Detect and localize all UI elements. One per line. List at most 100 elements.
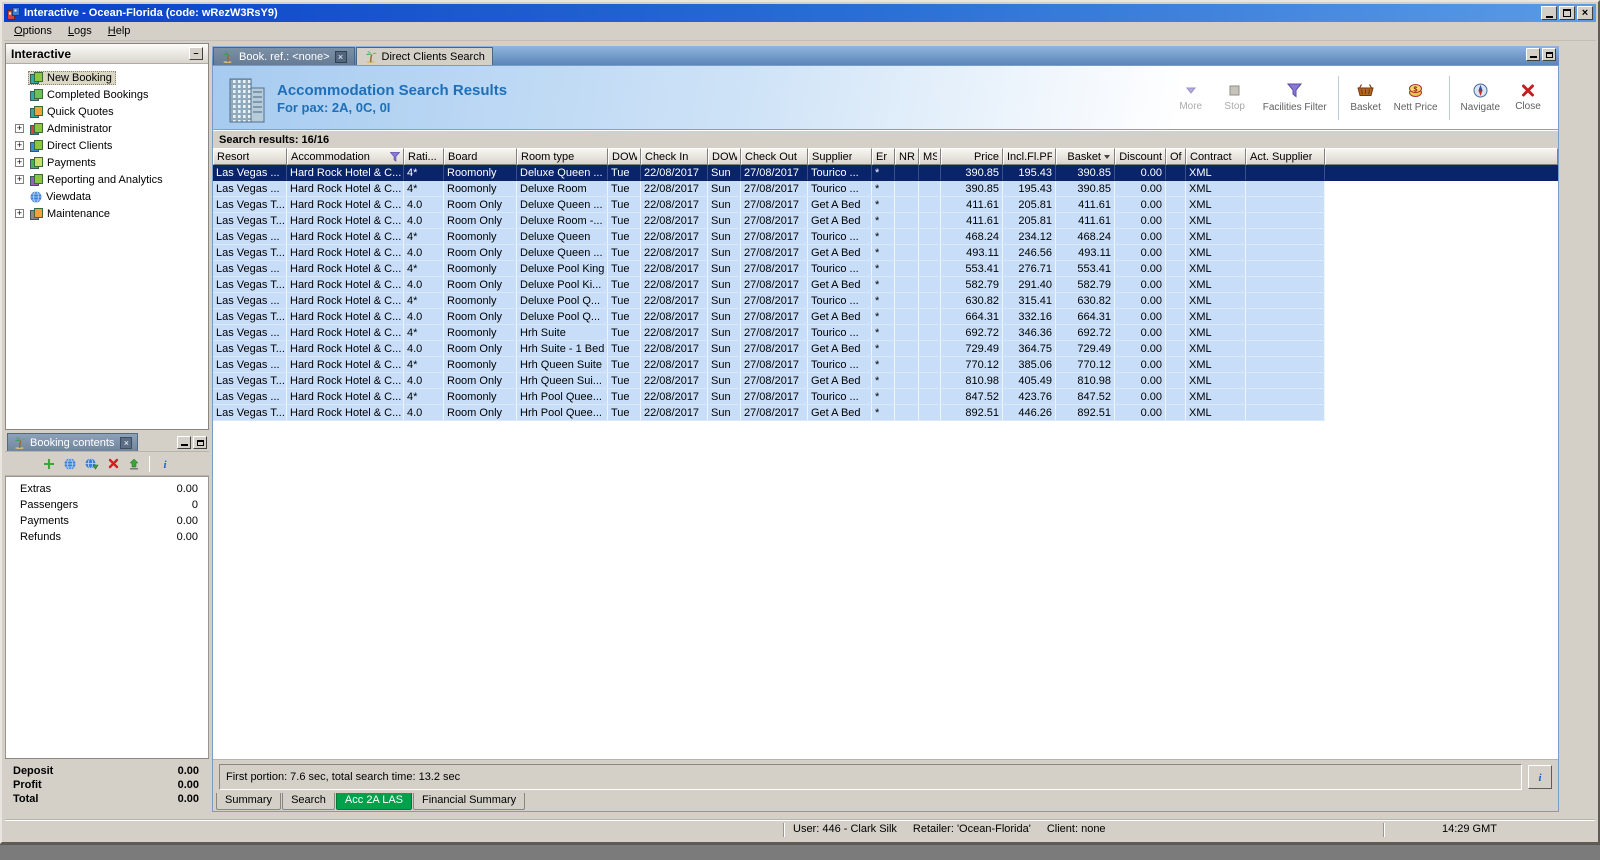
bottom-tab-acc-2a-las[interactable]: Acc 2A LAS <box>335 793 413 810</box>
upload-button[interactable] <box>128 458 140 470</box>
table-cell <box>1166 357 1186 372</box>
minimize-document-button[interactable] <box>1526 48 1540 61</box>
column-header-er[interactable]: Er <box>872 148 895 165</box>
globe-icon <box>64 457 76 470</box>
table-cell: Hard Rock Hotel & C... <box>287 261 404 276</box>
column-header-dow[interactable]: DOW <box>608 148 641 165</box>
basket-button[interactable]: Basket <box>1344 72 1388 124</box>
column-header-check-out[interactable]: Check Out <box>741 148 808 165</box>
expand-icon[interactable]: + <box>15 141 24 150</box>
sidebar-item-quick-quotes[interactable]: Quick Quotes <box>8 103 206 120</box>
table-row[interactable]: Las Vegas T... Hard Rock Hotel & C... 4.0 R… <box>213 373 1325 389</box>
column-header-act-supplier[interactable]: Act. Supplier <box>1246 148 1325 165</box>
table-row[interactable]: Las Vegas T... Hard Rock Hotel & C... 4.0 R… <box>213 213 1325 229</box>
maximize-button[interactable] <box>1559 6 1575 20</box>
sidebar-item-administrator[interactable]: + Administrator <box>8 120 206 137</box>
tab-book-ref-none[interactable]: Book. ref.: <none> × <box>213 47 355 65</box>
sort-icon[interactable] <box>1103 153 1111 161</box>
expand-icon[interactable]: + <box>15 175 24 184</box>
table-row[interactable]: Las Vegas ... Hard Rock Hotel & C... 4* Roo… <box>213 293 1325 309</box>
table-row[interactable]: Las Vegas ... Hard Rock Hotel & C... 4* Roo… <box>213 325 1325 341</box>
delete-button[interactable] <box>108 458 119 469</box>
table-row[interactable]: Las Vegas T... Hard Rock Hotel & C... 4.0 R… <box>213 341 1325 357</box>
table-cell: 346.36 <box>1003 325 1056 340</box>
table-row[interactable]: Las Vegas ... Hard Rock Hotel & C... 4* Roo… <box>213 165 1558 181</box>
table-row[interactable]: Las Vegas ... Hard Rock Hotel & C... 4* Roo… <box>213 357 1325 373</box>
column-header-of[interactable]: Of <box>1166 148 1186 165</box>
collapse-panel-button[interactable]: – <box>189 47 203 60</box>
navigate-button[interactable]: Navigate <box>1455 72 1506 124</box>
minimize-panel-button[interactable] <box>177 436 191 449</box>
sidebar-item-payments[interactable]: + Payments <box>8 154 206 171</box>
close-window-button[interactable]: × <box>1577 6 1593 20</box>
restore-document-button[interactable] <box>1542 48 1556 61</box>
column-header-dow[interactable]: DOW <box>708 148 741 165</box>
booking-contents-row[interactable]: Passengers 0 <box>6 497 208 513</box>
booking-contents-row[interactable]: Payments 0.00 <box>6 513 208 529</box>
table-row[interactable]: Las Vegas T... Hard Rock Hotel & C... 4.0 R… <box>213 405 1325 421</box>
minimize-button[interactable] <box>1541 6 1557 20</box>
sidebar-item-completed-bookings[interactable]: Completed Bookings <box>8 86 206 103</box>
column-header-board[interactable]: Board <box>444 148 517 165</box>
column-header-supplier[interactable]: Supplier <box>808 148 872 165</box>
table-cell: XML <box>1186 261 1246 276</box>
info-button[interactable]: i <box>159 458 171 470</box>
table-cell: Las Vegas T... <box>213 373 287 388</box>
facilities-filter-button[interactable]: Facilities Filter <box>1257 72 1333 124</box>
expand-icon[interactable]: + <box>15 158 24 167</box>
column-header-check-in[interactable]: Check In <box>641 148 708 165</box>
expand-icon[interactable]: + <box>15 124 24 133</box>
sidebar-item-maintenance[interactable]: + Maintenance <box>8 205 206 222</box>
sidebar-item-direct-clients[interactable]: + Direct Clients <box>8 137 206 154</box>
table-row[interactable]: Las Vegas ... Hard Rock Hotel & C... 4* Roo… <box>213 181 1325 197</box>
tab-direct-clients-search[interactable]: Direct Clients Search <box>355 47 493 65</box>
column-header-rati[interactable]: Rati... <box>404 148 444 165</box>
table-cell: Tue <box>608 229 641 244</box>
column-header-price[interactable]: Price <box>941 148 1003 165</box>
table-row[interactable]: Las Vegas ... Hard Rock Hotel & C... 4* Roo… <box>213 389 1325 405</box>
restore-panel-button[interactable] <box>193 436 207 449</box>
column-header-resort[interactable]: Resort <box>213 148 287 165</box>
table-row[interactable]: Las Vegas ... Hard Rock Hotel & C... 4* Roo… <box>213 261 1325 277</box>
filter-small-icon[interactable] <box>390 151 400 162</box>
close-tab-icon[interactable]: × <box>334 50 347 63</box>
globe-arrow-button[interactable] <box>85 457 99 470</box>
column-header-incl-fl-pp[interactable]: Incl.Fl.PP <box>1003 148 1056 165</box>
table-row[interactable]: Las Vegas T... Hard Rock Hotel & C... 4.0 R… <box>213 197 1325 213</box>
column-header-ms[interactable]: MS <box>919 148 941 165</box>
expand-icon[interactable]: + <box>15 209 24 218</box>
info-button[interactable]: i <box>1528 764 1552 789</box>
column-header-room-type[interactable]: Room type <box>517 148 608 165</box>
table-cell: Deluxe Pool Q... <box>517 309 608 324</box>
booking-contents-tab[interactable]: Booking contents × <box>7 433 139 451</box>
menu-bar: Options Logs Help <box>4 22 1596 41</box>
booking-contents-row[interactable]: Refunds 0.00 <box>6 529 208 545</box>
sidebar-item-viewdata[interactable]: Viewdata <box>8 188 206 205</box>
column-header-accommodation[interactable]: Accommodation <box>287 148 404 165</box>
globe-button[interactable] <box>64 457 76 470</box>
app-window: Interactive - Ocean-Florida (code: wRezW… <box>0 0 1600 844</box>
column-header-discount[interactable]: Discount <box>1115 148 1166 165</box>
menu-item-options[interactable]: Options <box>6 23 60 39</box>
table-cell <box>895 181 919 196</box>
sidebar-item-new-booking[interactable]: New Booking <box>8 69 206 86</box>
menu-item-help[interactable]: Help <box>100 23 139 39</box>
table-row[interactable]: Las Vegas T... Hard Rock Hotel & C... 4.0 R… <box>213 309 1325 325</box>
menu-item-logs[interactable]: Logs <box>60 23 100 39</box>
table-row[interactable]: Las Vegas T... Hard Rock Hotel & C... 4.0 R… <box>213 277 1325 293</box>
bottom-tab-search[interactable]: Search <box>282 793 335 810</box>
column-header-contract[interactable]: Contract <box>1186 148 1246 165</box>
table-cell <box>919 373 941 388</box>
table-row[interactable]: Las Vegas ... Hard Rock Hotel & C... 4* Roo… <box>213 229 1325 245</box>
bottom-tab-financial-summary[interactable]: Financial Summary <box>413 793 526 810</box>
column-header-nr[interactable]: NR <box>895 148 919 165</box>
close-booking-contents-icon[interactable]: × <box>120 436 133 449</box>
close-button[interactable]: Close <box>1506 72 1550 124</box>
nett-price-button[interactable]: $ Nett Price <box>1388 72 1444 124</box>
bottom-tab-summary[interactable]: Summary <box>216 793 282 810</box>
table-row[interactable]: Las Vegas T... Hard Rock Hotel & C... 4.0 R… <box>213 245 1325 261</box>
column-header-basket[interactable]: Basket <box>1056 148 1115 165</box>
sidebar-item-reporting-and-analytics[interactable]: + Reporting and Analytics <box>8 171 206 188</box>
booking-contents-row[interactable]: Extras 0.00 <box>6 481 208 497</box>
add-button[interactable] <box>43 458 55 470</box>
